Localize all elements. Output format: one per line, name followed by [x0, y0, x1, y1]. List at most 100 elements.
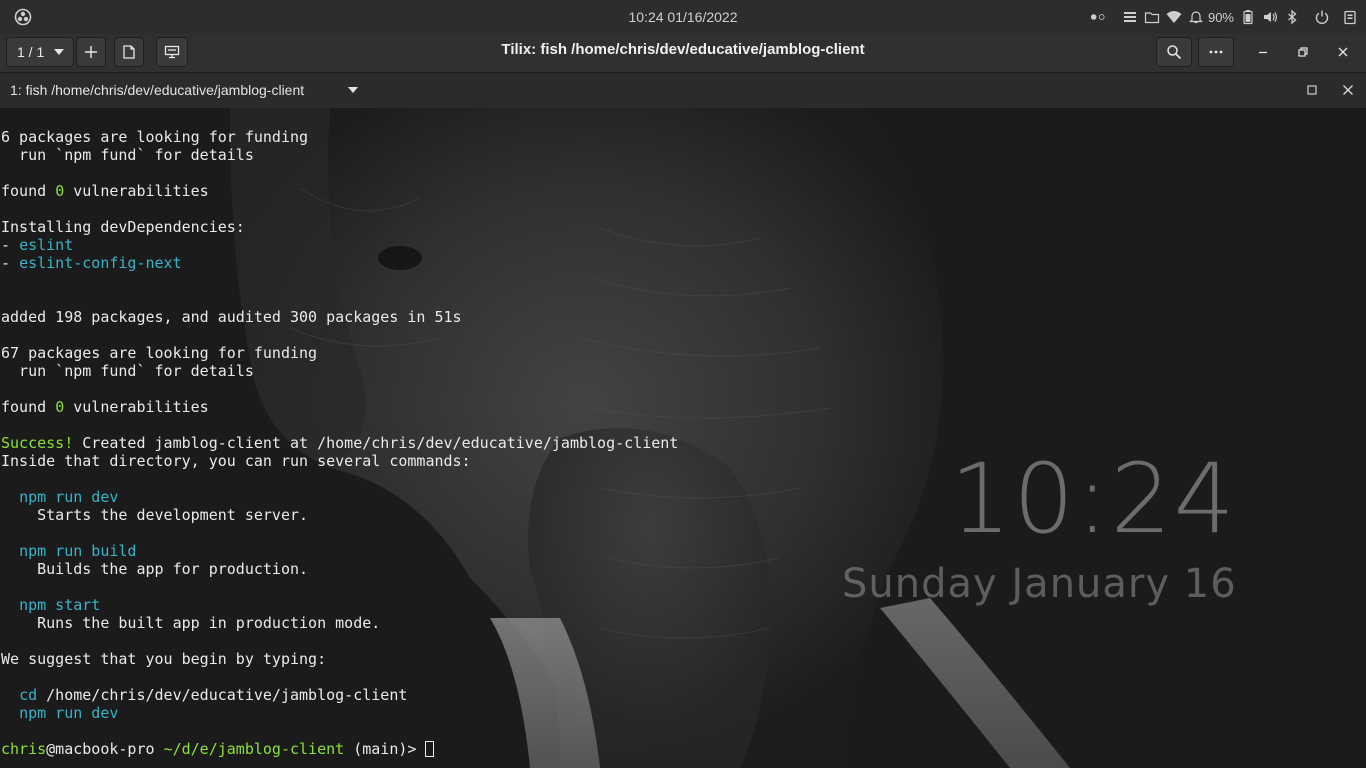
search-icon	[1167, 45, 1182, 60]
terminal-text: eslint-config-next	[19, 254, 182, 272]
restore-icon	[1298, 47, 1308, 57]
close-icon	[1338, 47, 1348, 57]
terminal-view[interactable]: 6 packages are looking for funding run `…	[0, 108, 1366, 768]
monitor-icon	[164, 45, 180, 59]
terminal-title-bar: 1: fish /home/chris/dev/educative/jamblo…	[0, 73, 1366, 108]
terminal-line: npm run dev	[1, 704, 678, 722]
maximize-terminal-button[interactable]	[1304, 82, 1320, 98]
sidebar-button[interactable]	[156, 37, 188, 67]
terminal-line: Builds the app for production.	[1, 560, 678, 578]
plus-icon	[85, 46, 97, 58]
terminal-text: chris	[1, 740, 47, 758]
terminal-text: Runs the built app in production mode.	[1, 614, 381, 632]
terminal-line: npm run build	[1, 542, 678, 560]
close-terminal-button[interactable]	[1340, 82, 1356, 98]
terminal-line: Inside that directory, you can run sever…	[1, 452, 678, 470]
terminal-line: added 198 packages, and audited 300 pack…	[1, 308, 678, 326]
toggle-indicator-icon[interactable]	[1090, 9, 1116, 25]
new-window-icon	[123, 45, 135, 59]
battery-icon[interactable]	[1240, 9, 1256, 25]
terminal-text: ~/d/e/jamblog-client	[163, 740, 345, 758]
terminal-text: eslint	[19, 236, 74, 254]
wifi-icon[interactable]	[1166, 9, 1182, 25]
maximize-icon	[1307, 85, 1317, 95]
terminal-title[interactable]: 1: fish /home/chris/dev/educative/jamblo…	[10, 73, 304, 108]
terminal-text: npm run dev	[19, 704, 119, 722]
terminal-text: We suggest that you begin by typing:	[1, 650, 327, 668]
terminal-text: Inside that directory, you can run sever…	[1, 452, 471, 470]
maximize-button[interactable]	[1289, 38, 1317, 66]
terminal-text: Builds the app for production.	[1, 560, 309, 578]
add-session-button[interactable]	[76, 37, 106, 67]
wallpaper-clock: 10:24	[950, 443, 1237, 555]
terminal-line: Installing devDependencies:	[1, 218, 678, 236]
terminal-text: Installing devDependencies:	[1, 218, 245, 236]
minimize-icon	[1259, 51, 1267, 54]
menu-icon[interactable]	[1122, 9, 1138, 25]
new-window-button[interactable]	[114, 37, 144, 67]
terminal-text: Success!	[1, 434, 74, 452]
terminal-line: - eslint	[1, 236, 678, 254]
terminal-line: npm start	[1, 596, 678, 614]
power-icon[interactable]	[1314, 9, 1330, 25]
terminal-text: -	[1, 236, 20, 254]
terminal-text: added 198 packages, and audited 300 pack…	[1, 308, 462, 326]
terminal-text: Starts the development server.	[1, 506, 309, 524]
minimize-button[interactable]	[1249, 38, 1277, 66]
terminal-text: 0	[55, 182, 65, 200]
volume-icon[interactable]	[1262, 9, 1278, 25]
terminal-text: found	[1, 182, 56, 200]
system-tray: 90%	[1090, 0, 1358, 34]
terminal-text: -	[1, 254, 20, 272]
terminal-line: Success! Created jamblog-client at /home…	[1, 434, 678, 452]
terminal-output: 6 packages are looking for funding run `…	[1, 128, 678, 758]
terminal-text: cd	[19, 686, 38, 704]
terminal-text: (main)>	[344, 740, 426, 758]
session-switcher-button[interactable]: 1 / 1	[6, 37, 74, 67]
terminal-text: 6 packages are looking for funding	[1, 128, 309, 146]
terminal-line: Starts the development server.	[1, 506, 678, 524]
terminal-text: @macbook-pro	[46, 740, 164, 758]
terminal-text: /home/chris/dev/educative/jamblog-client	[37, 686, 408, 704]
terminal-line: run `npm fund` for details	[1, 146, 678, 164]
session-counter: 1 / 1	[17, 44, 45, 60]
battery-percentage: 90%	[1207, 9, 1234, 25]
close-icon	[1343, 85, 1353, 95]
notification-bell-icon[interactable]	[1188, 9, 1204, 25]
more-options-button[interactable]	[1198, 37, 1234, 67]
terminal-line: run `npm fund` for details	[1, 362, 678, 380]
chevron-down-icon[interactable]	[348, 87, 358, 93]
terminal-text: vulnerabilities	[64, 398, 209, 416]
terminal-text: npm start	[19, 596, 101, 614]
terminal-line: cd /home/chris/dev/educative/jamblog-cli…	[1, 686, 678, 704]
close-window-button[interactable]	[1329, 38, 1357, 66]
terminal-text: 0	[55, 398, 65, 416]
terminal-cursor	[425, 741, 435, 757]
terminal-line: npm run dev	[1, 488, 678, 506]
terminal-text: run `npm fund` for details	[1, 146, 254, 164]
terminal-line: - eslint-config-next	[1, 254, 678, 272]
terminal-line: We suggest that you begin by typing:	[1, 650, 678, 668]
terminal-line: found 0 vulnerabilities	[1, 182, 678, 200]
more-horizontal-icon	[1209, 50, 1223, 54]
clipboard-icon[interactable]	[1342, 9, 1358, 25]
terminal-text: run `npm fund` for details	[1, 362, 254, 380]
bluetooth-icon[interactable]	[1284, 9, 1300, 25]
find-button[interactable]	[1156, 37, 1192, 67]
folder-icon[interactable]	[1144, 9, 1160, 25]
